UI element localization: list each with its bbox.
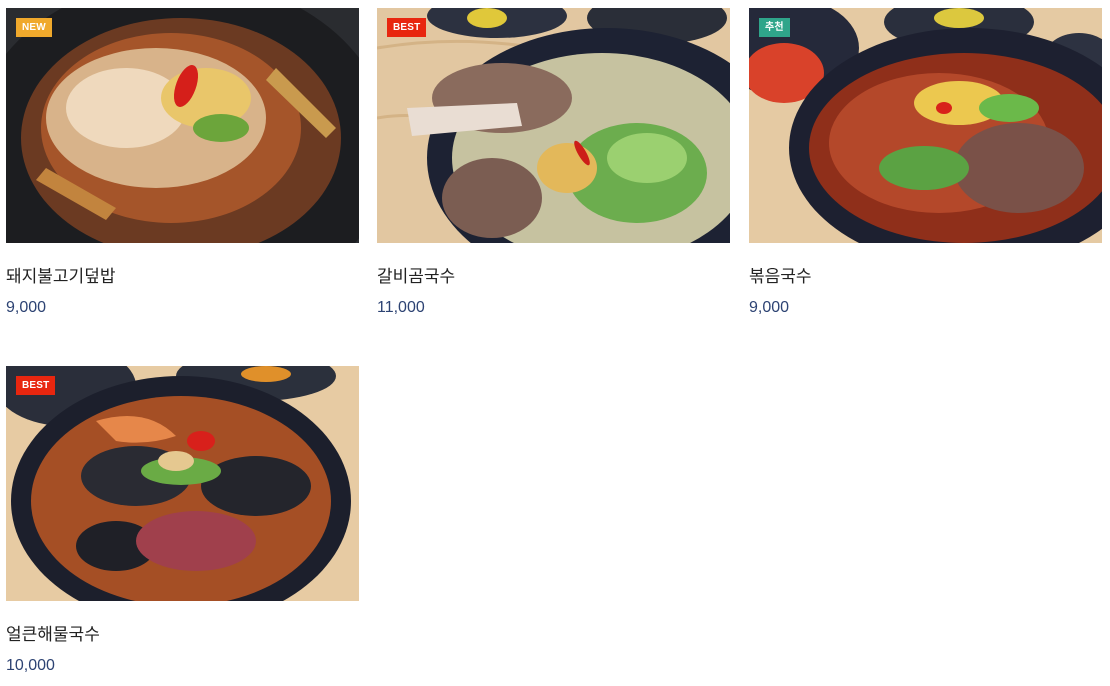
menu-card[interactable]: BEST 갈비곰국수 11,000: [377, 8, 730, 318]
menu-item-price: 10,000: [6, 657, 55, 674]
badge-recommend: 추천: [759, 18, 790, 37]
badge-new: NEW: [16, 18, 52, 37]
menu-item-name[interactable]: 갈비곰국수: [377, 266, 730, 288]
menu-grid: NEW 돼지불고기덮밥 9,000 BEST 갈비곰국수 11,000 추천 볶…: [0, 0, 1110, 686]
menu-card[interactable]: 추천 볶음국수 9,000: [749, 8, 1102, 318]
menu-item-photo[interactable]: NEW: [6, 8, 359, 243]
menu-item-price: 11,000: [377, 299, 425, 316]
menu-item-name[interactable]: 볶음국수: [749, 266, 1102, 288]
badge-best: BEST: [16, 376, 56, 395]
menu-item-name[interactable]: 얼큰해물국수: [6, 624, 359, 646]
menu-item-price: 9,000: [749, 299, 790, 316]
menu-item-price: 9,000: [6, 299, 47, 316]
menu-item-photo[interactable]: 추천: [749, 8, 1102, 243]
menu-card[interactable]: BEST 얼큰해물국수 10,000: [6, 366, 359, 676]
menu-item-name[interactable]: 돼지불고기덮밥: [6, 266, 359, 288]
spicy-seafood-noodle-soup-photo: [6, 366, 359, 601]
menu-card[interactable]: NEW 돼지불고기덮밥 9,000: [6, 8, 359, 318]
badge-best: BEST: [387, 18, 427, 37]
menu-item-photo[interactable]: BEST: [6, 366, 359, 601]
pork-bulgogi-rice-bowl-photo: [6, 8, 359, 243]
menu-item-photo[interactable]: BEST: [377, 8, 730, 243]
galbi-gom-noodle-soup-photo: [377, 8, 730, 243]
stir-fried-noodles-photo: [749, 8, 1102, 243]
